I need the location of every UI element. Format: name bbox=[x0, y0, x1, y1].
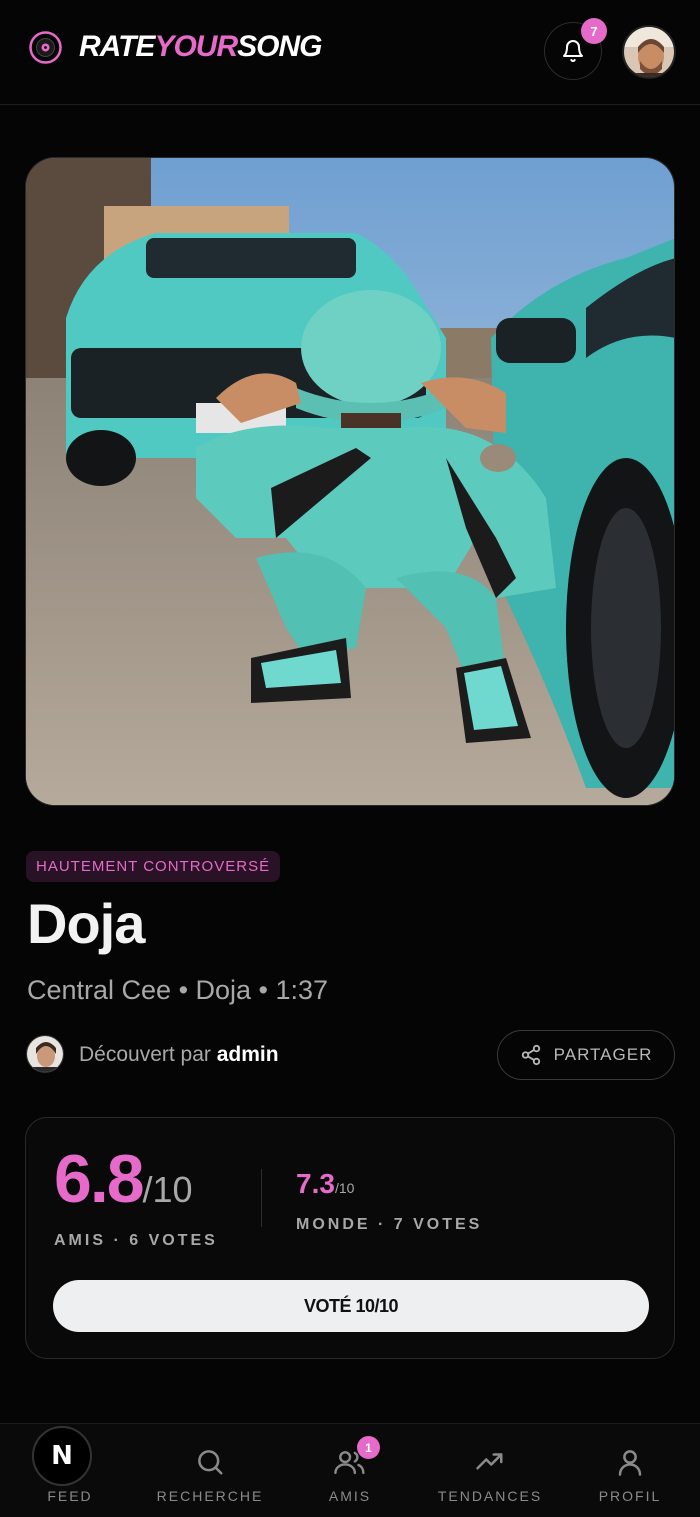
friends-votes-label: AMIS · 6 VOTES bbox=[54, 1232, 218, 1249]
share-label: PARTAGER bbox=[553, 1045, 653, 1064]
share-icon bbox=[521, 1044, 540, 1066]
nav-item-profile[interactable]: PROFIL bbox=[590, 1424, 670, 1517]
nav-profile-label: PROFIL bbox=[598, 1488, 662, 1504]
controversy-badge: HAUTEMENT CONTROVERSÉ bbox=[26, 851, 281, 882]
vote-button[interactable]: VOTÉ 10/10 bbox=[53, 1280, 649, 1332]
trending-icon bbox=[476, 1453, 503, 1470]
logo-part-rate: RATE bbox=[79, 30, 155, 63]
logo-part-song: SONG bbox=[237, 30, 322, 63]
song-meta: Central Cee • Doja • 1:37 bbox=[27, 975, 329, 1005]
nav-trends-label: TENDANCES bbox=[437, 1488, 543, 1504]
share-button[interactable]: PARTAGER bbox=[497, 1030, 675, 1080]
nav-search-label: RECHERCHE bbox=[156, 1488, 264, 1504]
nav-item-trends[interactable]: TENDANCES bbox=[430, 1424, 550, 1517]
world-votes-label: MONDE · 7 VOTES bbox=[296, 1216, 483, 1233]
user-avatar[interactable] bbox=[622, 25, 676, 79]
nav-feed-label: FEED bbox=[47, 1488, 93, 1504]
nav-item-search[interactable]: RECHERCHE bbox=[150, 1424, 270, 1517]
avatar-image bbox=[624, 27, 674, 77]
world-score-scale: /10 bbox=[334, 1180, 355, 1196]
nav-friends-label: AMIS bbox=[328, 1488, 372, 1504]
app-header: RATEYOURSONG 7 bbox=[0, 0, 700, 105]
logo-part-your: YOUR bbox=[154, 30, 238, 63]
feed-logo-button[interactable]: N bbox=[32, 1426, 92, 1486]
cover-image bbox=[26, 158, 674, 805]
app-logo[interactable]: RATEYOURSONG bbox=[79, 29, 323, 65]
bottom-nav: FEED RECHERCHE AMIS TENDANCES PROFIL bbox=[0, 1423, 700, 1517]
discovered-prefix: Découvert par bbox=[79, 1043, 211, 1066]
discoverer-avatar-image bbox=[27, 1036, 63, 1072]
score-card: 6.8/10 AMIS · 6 VOTES 7.3/10 MONDE · 7 V… bbox=[25, 1117, 675, 1359]
feed-logo-glyph: N bbox=[51, 1441, 73, 1471]
search-icon bbox=[198, 1450, 223, 1475]
discoverer-avatar[interactable] bbox=[26, 1035, 64, 1073]
nav-item-friends[interactable]: AMIS bbox=[310, 1424, 390, 1517]
world-score-value: 7.3 bbox=[296, 1168, 335, 1199]
score-divider bbox=[261, 1169, 262, 1227]
world-score: 7.3/10 bbox=[296, 1166, 354, 1207]
vinyl-logo-icon bbox=[29, 31, 62, 64]
song-title: Doja bbox=[27, 892, 145, 955]
bell-icon bbox=[563, 40, 583, 62]
song-cover-art bbox=[25, 157, 675, 806]
friends-score-scale: /10 bbox=[142, 1169, 193, 1210]
notification-count-badge: 7 bbox=[581, 18, 607, 44]
friends-score: 6.8/10 bbox=[54, 1144, 193, 1233]
profile-icon bbox=[618, 1450, 642, 1476]
friends-count-badge: 1 bbox=[357, 1436, 380, 1459]
discoverer-name[interactable]: admin bbox=[217, 1043, 279, 1066]
friends-score-value: 6.8 bbox=[54, 1141, 145, 1217]
discovered-by: Découvert par admin bbox=[79, 1041, 279, 1069]
